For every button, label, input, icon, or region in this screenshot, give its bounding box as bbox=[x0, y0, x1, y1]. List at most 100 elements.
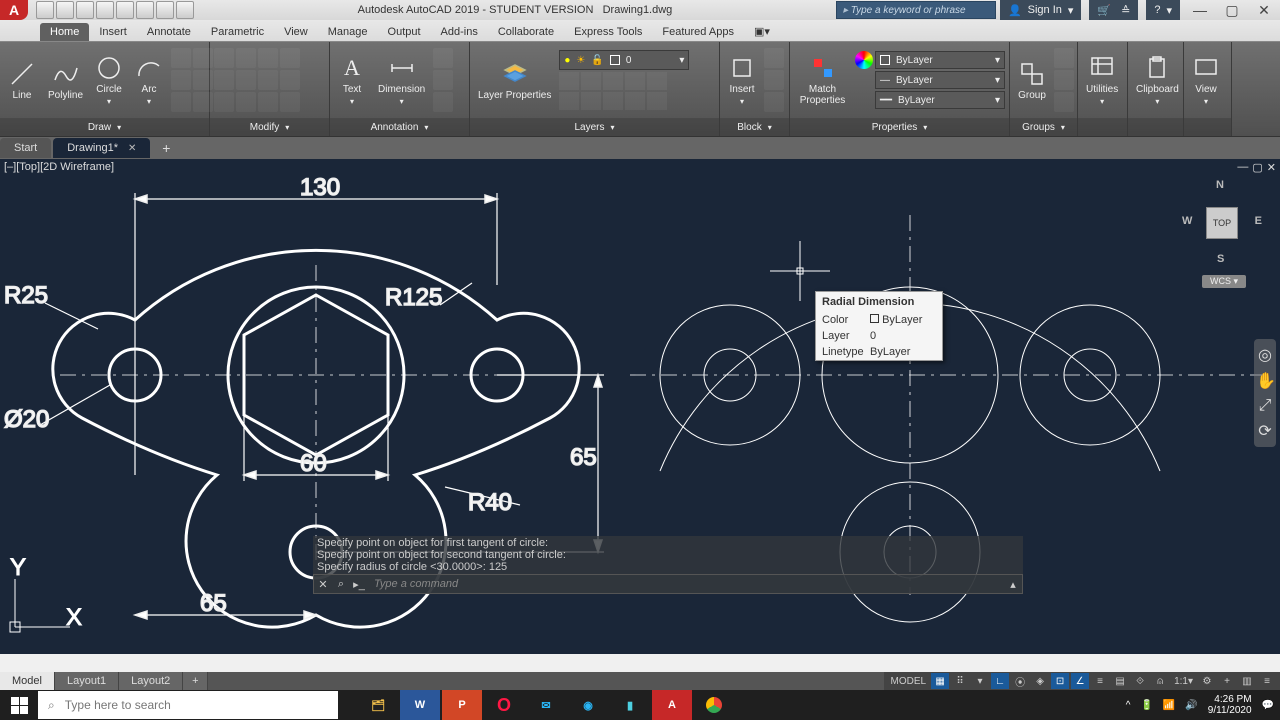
trim-icon[interactable] bbox=[258, 48, 278, 68]
qat-saveas-icon[interactable] bbox=[96, 1, 114, 19]
explode-icon[interactable] bbox=[280, 70, 300, 90]
ungroup-icon[interactable] bbox=[1054, 48, 1074, 68]
command-input[interactable]: Type a command bbox=[368, 578, 1004, 590]
close-tab-icon[interactable]: ✕ bbox=[128, 143, 136, 154]
panel-block-title[interactable]: Block bbox=[720, 118, 789, 136]
offset-icon[interactable] bbox=[280, 92, 300, 112]
clipboard-button[interactable]: Clipboard▾ bbox=[1132, 52, 1183, 108]
insert-button[interactable]: Insert▾ bbox=[724, 52, 760, 108]
layer-tool-icon[interactable] bbox=[647, 92, 667, 110]
status-osnap-icon[interactable]: ⊡ bbox=[1051, 673, 1069, 689]
viewcube-top[interactable]: TOP bbox=[1206, 207, 1238, 239]
layout-add[interactable]: + bbox=[183, 672, 208, 690]
color-wheel-icon[interactable] bbox=[855, 51, 873, 69]
block-create-icon[interactable] bbox=[764, 92, 784, 112]
line-button[interactable]: Line bbox=[4, 58, 40, 103]
command-line[interactable]: ✕ ⌕ ▸_ Type a command ▴ bbox=[313, 574, 1023, 594]
tray-up-icon[interactable]: ^ bbox=[1126, 700, 1131, 711]
panel-properties-title[interactable]: Properties bbox=[790, 118, 1009, 136]
status-otrack-icon[interactable]: ∠ bbox=[1071, 673, 1089, 689]
wcs-badge[interactable]: WCS ▾ bbox=[1202, 275, 1246, 288]
status-gear-icon[interactable]: ⚙ bbox=[1198, 673, 1216, 689]
drawing-area[interactable]: [–][Top][2D Wireframe] — ▢ ✕ bbox=[0, 159, 1280, 654]
tb-edge-icon[interactable]: ◉ bbox=[568, 690, 608, 720]
erase-icon[interactable] bbox=[280, 48, 300, 68]
layer-tool-icon[interactable] bbox=[581, 72, 601, 90]
panel-modify-title[interactable]: Modify bbox=[210, 118, 329, 136]
tab-express[interactable]: Express Tools bbox=[564, 23, 652, 41]
fillet-icon[interactable] bbox=[258, 70, 278, 90]
layer-tool-icon[interactable] bbox=[647, 72, 667, 90]
tab-collaborate[interactable]: Collaborate bbox=[488, 23, 564, 41]
hatch-icon[interactable] bbox=[171, 70, 191, 90]
file-tab-start[interactable]: Start bbox=[0, 138, 51, 158]
tray-battery-icon[interactable]: 🔋 bbox=[1140, 700, 1152, 711]
status-transp-icon[interactable]: ▤ bbox=[1111, 673, 1129, 689]
tab-featured[interactable]: Featured Apps bbox=[652, 23, 744, 41]
status-lwt-icon[interactable]: ≡ bbox=[1091, 673, 1109, 689]
arc-button[interactable]: Arc▾ bbox=[131, 52, 167, 108]
tab-output[interactable]: Output bbox=[378, 23, 431, 41]
point-icon[interactable] bbox=[171, 92, 191, 112]
group-edit-icon[interactable] bbox=[1054, 70, 1074, 90]
vp-minimize-icon[interactable]: — bbox=[1237, 161, 1248, 174]
linetype-combo[interactable]: ━━ByLayer▾ bbox=[875, 91, 1005, 109]
mtext-icon[interactable] bbox=[433, 92, 453, 112]
table-icon[interactable] bbox=[433, 70, 453, 90]
status-more-icon[interactable]: ▾ bbox=[971, 673, 989, 689]
layout1[interactable]: Layout1 bbox=[55, 672, 119, 690]
nav-orbit-icon[interactable]: ⟳ bbox=[1256, 421, 1274, 441]
nav-wheel-icon[interactable]: ◎ bbox=[1256, 345, 1274, 365]
status-plus-icon[interactable]: + bbox=[1218, 673, 1236, 689]
tab-manage[interactable]: Manage bbox=[318, 23, 378, 41]
layer-tool-icon[interactable] bbox=[559, 92, 579, 110]
file-tab-drawing1[interactable]: Drawing1*✕ bbox=[53, 138, 150, 158]
utilities-button[interactable]: Utilities▾ bbox=[1082, 52, 1122, 108]
layout-model[interactable]: Model bbox=[0, 672, 55, 690]
array-icon[interactable] bbox=[258, 92, 278, 112]
viewport-label[interactable]: [–][Top][2D Wireframe] bbox=[4, 161, 114, 173]
help-icon[interactable]: ? bbox=[1154, 4, 1160, 16]
tab-extra-icon[interactable]: ▣▾ bbox=[744, 22, 780, 41]
app-logo[interactable]: A bbox=[0, 0, 28, 20]
tray-clock[interactable]: 4:26 PM9/11/2020 bbox=[1208, 694, 1252, 716]
tray-notif-icon[interactable]: 💬 bbox=[1262, 700, 1274, 711]
viewcube[interactable]: N S W E TOP WCS ▾ bbox=[1182, 179, 1262, 269]
close-button[interactable]: ✕ bbox=[1248, 0, 1280, 20]
tab-insert[interactable]: Insert bbox=[89, 23, 137, 41]
lineweight-combo[interactable]: —ByLayer▾ bbox=[875, 71, 1005, 89]
tab-home[interactable]: Home bbox=[40, 23, 89, 41]
tab-annotate[interactable]: Annotate bbox=[137, 23, 201, 41]
rectangle-icon[interactable] bbox=[171, 48, 191, 68]
cmd-close-icon[interactable]: ✕ bbox=[314, 578, 332, 591]
qat-open-icon[interactable] bbox=[56, 1, 74, 19]
tab-view[interactable]: View bbox=[274, 23, 318, 41]
tb-ppt-icon[interactable]: P bbox=[442, 690, 482, 720]
text-button[interactable]: AText▾ bbox=[334, 52, 370, 108]
leader-icon[interactable] bbox=[433, 48, 453, 68]
polyline-button[interactable]: Polyline bbox=[44, 58, 87, 103]
status-polar-icon[interactable]: ⦿ bbox=[1011, 673, 1029, 689]
status-ortho-icon[interactable]: ∟ bbox=[991, 673, 1009, 689]
scale-icon[interactable] bbox=[236, 92, 256, 112]
status-snap-icon[interactable]: ⠿ bbox=[951, 673, 969, 689]
tb-store-icon[interactable]: ▮ bbox=[610, 690, 650, 720]
layer-tool-icon[interactable] bbox=[603, 92, 623, 110]
dimension-button[interactable]: Dimension▾ bbox=[374, 52, 429, 108]
taskbar-search[interactable]: ⌕Type here to search bbox=[38, 691, 338, 719]
mirror-icon[interactable] bbox=[236, 70, 256, 90]
tb-autocad-icon[interactable]: A bbox=[652, 690, 692, 720]
layer-properties-button[interactable]: Layer Properties bbox=[474, 58, 555, 103]
panel-draw-title[interactable]: Draw bbox=[0, 118, 209, 136]
layer-tool-icon[interactable] bbox=[625, 72, 645, 90]
tab-addins[interactable]: Add-ins bbox=[431, 23, 488, 41]
help-search-input[interactable]: ▸ Type a keyword or phrase bbox=[836, 1, 996, 19]
tb-explorer-icon[interactable]: 🗂 bbox=[358, 690, 398, 720]
nav-pan-icon[interactable]: ✋ bbox=[1256, 371, 1274, 391]
nav-zoom-icon[interactable]: ⤢ bbox=[1256, 397, 1274, 415]
tray-wifi-icon[interactable]: 📶 bbox=[1163, 700, 1175, 711]
color-combo[interactable]: ByLayer▾ bbox=[875, 51, 1005, 69]
copy-icon[interactable] bbox=[214, 70, 234, 90]
status-custom-icon[interactable]: ▥ bbox=[1238, 673, 1256, 689]
status-iso-icon[interactable]: ◈ bbox=[1031, 673, 1049, 689]
